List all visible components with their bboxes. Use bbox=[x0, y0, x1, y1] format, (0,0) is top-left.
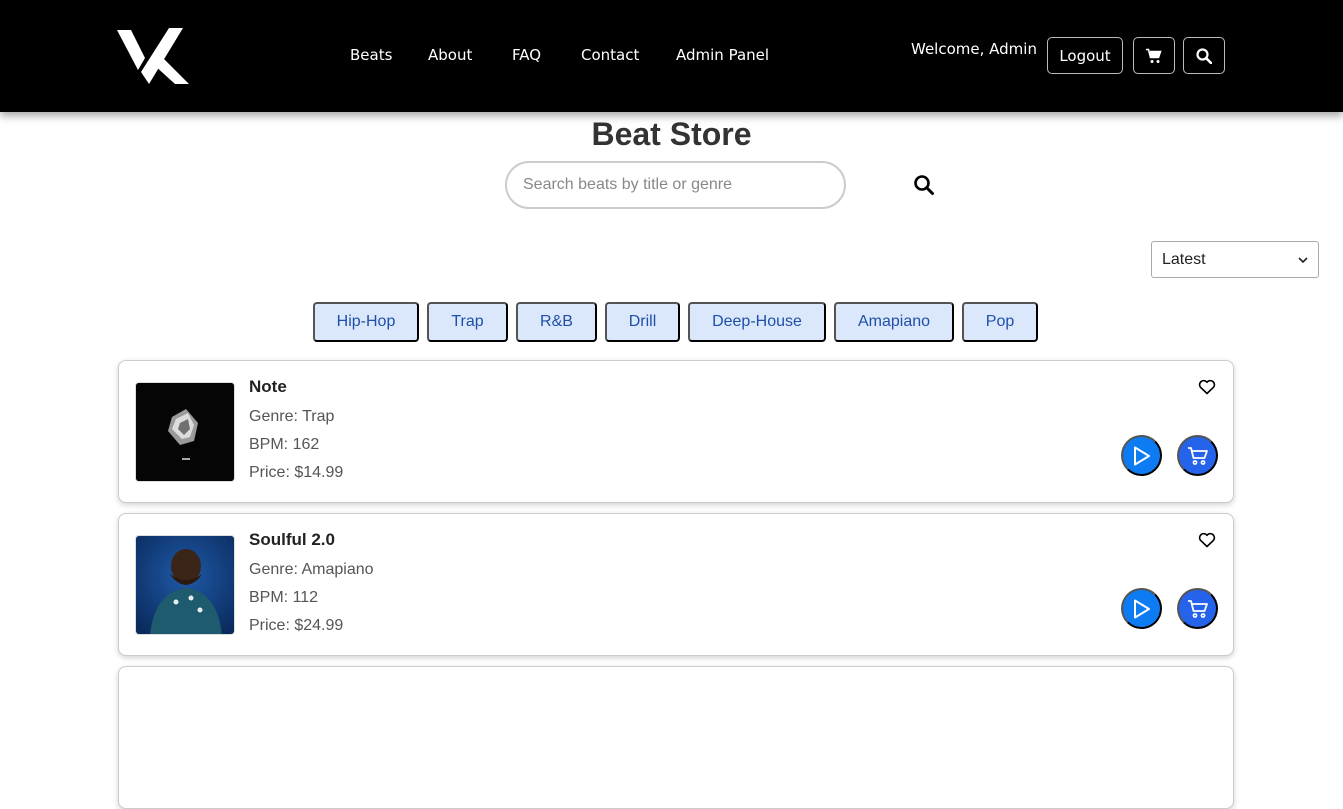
nav-faq[interactable]: FAQ bbox=[512, 46, 541, 64]
genre-chip-rnb[interactable]: R&B bbox=[516, 302, 597, 342]
beat-search-input[interactable] bbox=[505, 161, 846, 209]
beat-title: Note bbox=[249, 377, 287, 396]
genre-chip-pop[interactable]: Pop bbox=[962, 302, 1038, 342]
genre-chip-deep-house[interactable]: Deep-House bbox=[688, 302, 826, 342]
search-icon[interactable] bbox=[912, 173, 936, 197]
beat-card: Note Genre: Trap BPM: 162 Price: $14.99 bbox=[118, 360, 1234, 503]
heart-icon[interactable] bbox=[1198, 531, 1216, 549]
add-to-cart-button[interactable] bbox=[1177, 435, 1218, 476]
beat-card bbox=[118, 666, 1234, 809]
sort-selected-value: Latest bbox=[1162, 250, 1206, 268]
sort-select[interactable]: Latest bbox=[1151, 241, 1319, 278]
beat-price: Price: $24.99 bbox=[249, 617, 344, 634]
header-search-button[interactable] bbox=[1183, 37, 1225, 74]
genre-chip-hip-hop[interactable]: Hip-Hop bbox=[313, 302, 419, 342]
page-title: Beat Store bbox=[591, 116, 752, 152]
nav-contact[interactable]: Contact bbox=[581, 46, 639, 64]
play-button[interactable] bbox=[1121, 588, 1162, 629]
beat-card: Soulful 2.0 Genre: Amapiano BPM: 112 Pri… bbox=[118, 513, 1234, 656]
beat-bpm: BPM: 112 bbox=[249, 589, 319, 606]
cart-icon bbox=[1146, 48, 1162, 63]
genre-chip-drill[interactable]: Drill bbox=[605, 302, 680, 342]
genre-chip-amapiano[interactable]: Amapiano bbox=[834, 302, 954, 342]
nav-about[interactable]: About bbox=[428, 46, 472, 64]
play-icon bbox=[1133, 599, 1150, 618]
search-icon bbox=[1196, 47, 1212, 64]
beat-genre: Genre: Amapiano bbox=[249, 561, 374, 578]
beat-genre: Genre: Trap bbox=[249, 408, 335, 425]
genre-chip-trap[interactable]: Trap bbox=[427, 302, 508, 342]
nav-beats[interactable]: Beats bbox=[350, 46, 392, 64]
beat-cover-art bbox=[135, 535, 235, 635]
add-to-cart-button[interactable] bbox=[1177, 588, 1218, 629]
beat-title: Soulful 2.0 bbox=[249, 530, 335, 549]
beat-price: Price: $14.99 bbox=[249, 464, 344, 481]
play-button[interactable] bbox=[1121, 435, 1162, 476]
heart-icon[interactable] bbox=[1198, 378, 1216, 396]
beat-cover-art bbox=[135, 382, 235, 482]
genre-filter-bar: Hip-Hop Trap R&B Drill Deep-House Amapia… bbox=[0, 302, 1343, 342]
nav-admin-panel[interactable]: Admin Panel bbox=[676, 46, 769, 64]
welcome-text: Welcome, Admin bbox=[911, 40, 1037, 58]
top-navbar: Beats About FAQ Contact Admin Panel Welc… bbox=[0, 0, 1343, 112]
play-icon bbox=[1133, 446, 1150, 465]
cart-icon bbox=[1187, 599, 1208, 618]
logout-button[interactable]: Logout bbox=[1047, 37, 1123, 74]
cart-button[interactable] bbox=[1133, 37, 1175, 74]
logo[interactable] bbox=[117, 28, 189, 84]
beat-bpm: BPM: 162 bbox=[249, 436, 320, 453]
cart-icon bbox=[1187, 446, 1208, 465]
chevron-down-icon bbox=[1298, 256, 1308, 263]
